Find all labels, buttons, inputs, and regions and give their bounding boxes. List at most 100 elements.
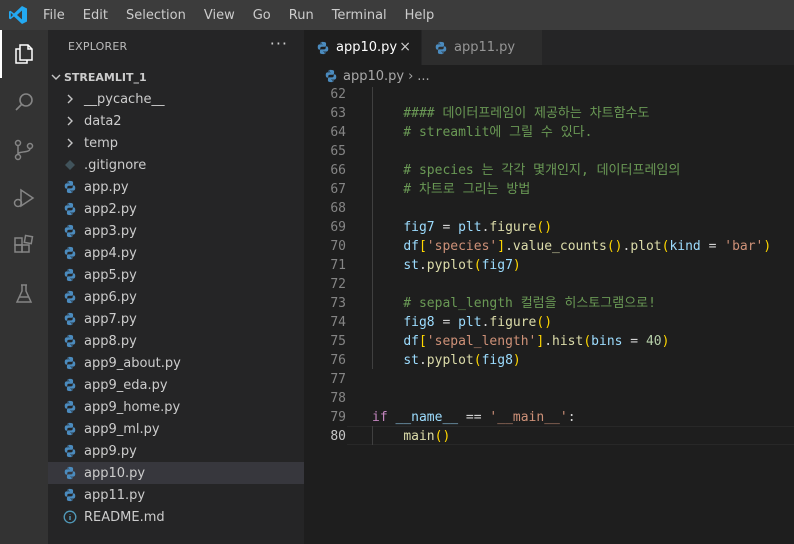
code-token: fig8 xyxy=(481,353,513,368)
tree-file[interactable]: .gitignore xyxy=(48,154,304,176)
tree-folder[interactable]: data2 xyxy=(48,110,304,132)
tree-file[interactable]: app11.py xyxy=(48,484,304,506)
tree-item-label: app9_home.py xyxy=(84,399,181,415)
code-token: ) xyxy=(512,258,521,273)
tree-item-label: app6.py xyxy=(84,289,137,305)
extensions-icon[interactable] xyxy=(0,222,48,270)
info-icon xyxy=(62,509,78,525)
tree-item-label: app8.py xyxy=(84,333,137,349)
code-token: ( xyxy=(583,334,592,349)
code-editor[interactable]: 62 63 #### 데이터프레임이 제공하는 차트함수도 64 # streaml… xyxy=(304,87,794,544)
code-token: () xyxy=(536,315,553,330)
breadcrumb-symbol[interactable]: ... xyxy=(417,69,429,84)
code-token: ) xyxy=(661,334,670,349)
tree-folder[interactable]: temp xyxy=(48,132,304,154)
code-token: ) xyxy=(512,353,521,368)
tree-file[interactable]: app9_about.py xyxy=(48,352,304,374)
menu-help[interactable]: Help xyxy=(396,8,444,23)
tree-file[interactable]: app4.py xyxy=(48,242,304,264)
tree-file[interactable]: app9.py xyxy=(48,440,304,462)
code-token: # sepal_length 컬럼을 히스토그램으로! xyxy=(372,296,656,311)
tree-file[interactable]: app9_ml.py xyxy=(48,418,304,440)
tree-file[interactable]: app.py xyxy=(48,176,304,198)
menu-terminal[interactable]: Terminal xyxy=(323,8,396,23)
menu-run[interactable]: Run xyxy=(280,8,323,23)
close-icon[interactable]: × xyxy=(399,39,411,55)
python-file-icon xyxy=(62,443,78,459)
python-file-icon xyxy=(316,41,330,55)
code-line: 79 if __name__ == '__main__': xyxy=(304,408,794,427)
code-token: == xyxy=(458,410,490,425)
tree-file[interactable]: app2.py xyxy=(48,198,304,220)
menu-file[interactable]: File xyxy=(34,8,74,23)
code-line: 66 # species 는 각각 몇개인지, 데이터프레임의 xyxy=(304,161,794,180)
title-bar: File Edit Selection View Go Run Terminal Help xyxy=(0,0,794,30)
tree-file[interactable]: app9_eda.py xyxy=(48,374,304,396)
tree-item-label: temp xyxy=(84,135,119,151)
run-debug-icon[interactable] xyxy=(0,174,48,222)
code-token: if xyxy=(372,410,388,425)
source-control-icon[interactable] xyxy=(0,126,48,174)
tree-file[interactable]: app5.py xyxy=(48,264,304,286)
python-file-icon xyxy=(62,333,78,349)
code-token: pyplot xyxy=(426,258,474,273)
tree-folder[interactable]: __pycache__ xyxy=(48,88,304,110)
code-token: st xyxy=(403,353,419,368)
activity-bar xyxy=(0,30,48,544)
tree-file[interactable]: app8.py xyxy=(48,330,304,352)
code-token: 'species' xyxy=(426,239,498,254)
menu-view[interactable]: View xyxy=(195,8,244,23)
code-token: ) xyxy=(763,239,772,254)
testing-icon[interactable] xyxy=(0,270,48,318)
code-token: fig7 xyxy=(481,258,513,273)
code-token: () xyxy=(434,429,451,444)
code-text: st.pyplot(fig7) xyxy=(304,256,521,275)
tree-item-label: app11.py xyxy=(84,487,146,503)
project-folder[interactable]: STREAMLIT_1 xyxy=(48,66,304,88)
python-file-icon xyxy=(62,223,78,239)
tree-file[interactable]: app10.py xyxy=(48,462,304,484)
code-line: 69 fig7 = plt.figure() xyxy=(304,218,794,237)
menu-go[interactable]: Go xyxy=(244,8,280,23)
code-token: 'bar' xyxy=(724,239,764,254)
code-text: st.pyplot(fig8) xyxy=(304,351,521,370)
code-text: #### 데이터프레임이 제공하는 차트함수도 xyxy=(304,104,649,123)
tree-item-label: app9_eda.py xyxy=(84,377,168,393)
explorer-icon[interactable] xyxy=(0,30,48,78)
python-file-icon xyxy=(324,69,338,83)
code-token: fig8 xyxy=(403,315,435,330)
python-file-icon xyxy=(62,355,78,371)
python-file-icon xyxy=(62,201,78,217)
python-file-icon xyxy=(62,289,78,305)
code-token: plt xyxy=(458,220,482,235)
breadcrumb-file[interactable]: app10.py xyxy=(343,69,404,84)
code-token: main xyxy=(403,429,435,444)
code-token: . xyxy=(418,258,427,273)
code-text: main() xyxy=(304,427,450,446)
tab-app11[interactable]: app11.py xyxy=(422,30,542,65)
code-line: 74 fig8 = plt.figure() xyxy=(304,313,794,332)
tree-file[interactable]: app9_home.py xyxy=(48,396,304,418)
tree-item-label: __pycache__ xyxy=(84,91,165,107)
vscode-logo-icon[interactable] xyxy=(8,5,28,25)
code-token: df xyxy=(403,334,419,349)
tab-app10[interactable]: app10.py × xyxy=(304,30,421,65)
tree-file[interactable]: app7.py xyxy=(48,308,304,330)
code-token: plt xyxy=(458,315,482,330)
tree-item-label: app7.py xyxy=(84,311,137,327)
tree-item-label: app4.py xyxy=(84,245,137,261)
tab-label: app11.py xyxy=(454,40,516,55)
code-token: # species 는 각각 몇개인지, 데이터프레임의 xyxy=(372,163,681,178)
more-actions-button[interactable]: ··· xyxy=(270,34,288,53)
tree-file[interactable]: app6.py xyxy=(48,286,304,308)
menu-edit[interactable]: Edit xyxy=(74,8,117,23)
search-icon[interactable] xyxy=(0,78,48,126)
tree-file[interactable]: README.md xyxy=(48,506,304,528)
code-token: __name__ xyxy=(395,410,459,425)
tree-file[interactable]: app3.py xyxy=(48,220,304,242)
code-token: ( xyxy=(473,353,482,368)
menu-selection[interactable]: Selection xyxy=(117,8,195,23)
